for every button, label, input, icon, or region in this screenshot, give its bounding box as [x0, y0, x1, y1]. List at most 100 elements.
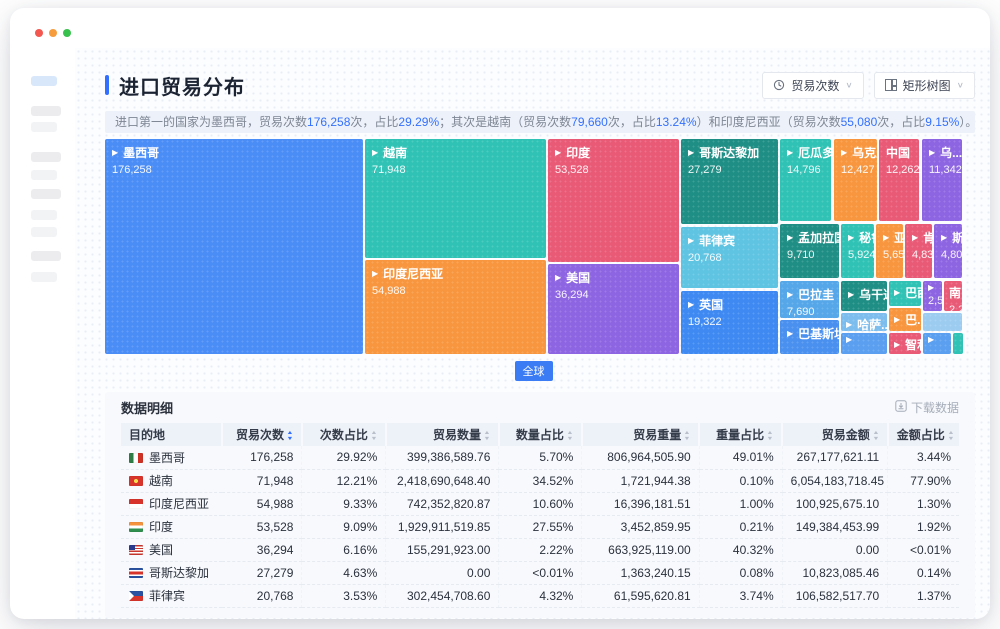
treemap-cell[interactable]: ▶英国19,322	[681, 291, 778, 354]
treemap-cell-name: ▶秘鲁	[848, 229, 867, 246]
expand-arrow-icon: ▶	[787, 330, 793, 338]
banner-highlight-value: 55,080	[841, 115, 878, 129]
table-row[interactable]: 美国36,2946.16%155,291,923.002.22%663,925,…	[121, 538, 959, 561]
treemap-cell[interactable]: ▶乌干达	[841, 281, 887, 311]
metric-label: 贸易次数	[791, 77, 839, 94]
column-header-贸易金额[interactable]: 贸易金额▲▼	[782, 423, 888, 446]
treemap-cell[interactable]: ▶2,5	[923, 281, 942, 311]
expand-arrow-icon: ▶	[848, 291, 854, 299]
treemap-cell[interactable]: ▶印度尼西亚54,988	[365, 260, 546, 354]
treemap-cell-value: 176,258	[112, 164, 356, 176]
treemap-cell[interactable]: ▶巴基斯坦	[780, 320, 839, 354]
value-cell: 27.55%	[499, 515, 582, 538]
treemap-cell-name: ▶巴基斯坦	[787, 325, 832, 342]
value-cell: <0.01%	[888, 538, 959, 561]
treemap-cell[interactable]: ▶智利	[889, 333, 921, 354]
treemap-cell[interactable]: ▶孟加拉国9,710	[780, 224, 839, 278]
value-cell: 29.92%	[302, 446, 386, 469]
treemap-cell-value: 20,768	[688, 252, 771, 264]
expand-arrow-icon: ▶	[787, 149, 793, 157]
sort-icon[interactable]: ▲▼	[567, 430, 573, 442]
column-header-次数占比[interactable]: 次数占比▲▼	[302, 423, 386, 446]
treemap-cell[interactable]: ▶巴西	[889, 281, 921, 306]
sort-icon[interactable]: ▲▼	[767, 430, 773, 442]
expand-arrow-icon: ▶	[894, 289, 900, 297]
sort-icon[interactable]: ▲▼	[684, 430, 690, 442]
table-row[interactable]: 越南71,94812.21%2,418,690,648.4034.52%1,72…	[121, 469, 959, 492]
value-cell: 176,258	[222, 446, 302, 469]
sort-icon[interactable]: ▲▼	[484, 430, 490, 442]
treemap-breadcrumb-global[interactable]: 全球	[515, 361, 553, 381]
sidebar-skeleton-item	[31, 122, 57, 132]
treemap-cell[interactable]: ▶巴...	[889, 308, 921, 331]
treemap-cell[interactable]: ▶越南71,948	[365, 139, 546, 258]
treemap-cell[interactable]: ▶美国36,294	[548, 264, 679, 354]
table-row[interactable]: 菲律宾20,7683.53%302,454,708.604.32%61,595,…	[121, 584, 959, 607]
sort-icon[interactable]: ▲▼	[948, 430, 954, 442]
column-header-金额占比[interactable]: 金额占比▲▼	[888, 423, 959, 446]
value-cell: 16,396,181.51	[582, 492, 699, 515]
column-header-贸易次数[interactable]: 贸易次数▲▼	[222, 423, 302, 446]
treemap-cell[interactable]: ▶哥斯达黎加27,279	[681, 139, 778, 224]
treemap-cell[interactable]: ▶墨西哥176,258	[105, 139, 363, 354]
metric-dropdown[interactable]: 贸易次数 ∨	[762, 72, 863, 99]
sort-icon[interactable]: ▲▼	[371, 430, 377, 442]
treemap-cell-value: 4,804	[941, 249, 955, 261]
table-row[interactable]: 哥斯达黎加27,2794.63%0.00<0.01%1,363,240.150.…	[121, 561, 959, 584]
treemap-cell[interactable]: ▶秘鲁5,924	[841, 224, 874, 278]
sidebar-skeleton-item	[31, 251, 61, 261]
expand-arrow-icon: ▶	[688, 237, 694, 245]
column-header-数量占比[interactable]: 数量占比▲▼	[499, 423, 582, 446]
treemap-icon	[885, 79, 897, 91]
value-cell: 9.09%	[302, 515, 386, 538]
download-data-button[interactable]: 下载数据	[895, 399, 959, 416]
expand-arrow-icon: ▶	[848, 234, 854, 242]
chart-type-dropdown[interactable]: 矩形树图 ∨	[874, 72, 975, 99]
treemap-cell[interactable]: 中国12,262	[879, 139, 919, 221]
treemap-cell[interactable]: ▶厄瓜多尔14,796	[780, 139, 831, 221]
table-header-row: 目的地贸易次数▲▼次数占比▲▼贸易数量▲▼数量占比▲▼贸易重量▲▼重量占比▲▼贸…	[121, 423, 959, 446]
value-cell: 49.01%	[699, 446, 782, 469]
value-cell: 106,582,517.70	[782, 584, 888, 607]
value-cell: 10,823,085.46	[782, 561, 888, 584]
column-header-贸易重量[interactable]: 贸易重量▲▼	[582, 423, 699, 446]
treemap-cell-name: ▶印度	[555, 144, 672, 161]
treemap-cell[interactable]: ▶斯 4,804	[934, 224, 962, 278]
sidebar	[10, 8, 75, 619]
table-row[interactable]: 墨西哥176,25829.92%399,386,589.765.70%806,9…	[121, 446, 959, 469]
column-header-贸易数量[interactable]: 贸易数量▲▼	[386, 423, 499, 446]
column-header-重量占比[interactable]: 重量占比▲▼	[699, 423, 782, 446]
treemap-cell[interactable]: ▶肯4,836	[905, 224, 932, 278]
treemap-cell-value: 5,650	[883, 249, 896, 261]
treemap-cell[interactable]: ▶亚5,650	[876, 224, 903, 278]
table-row[interactable]: 印度尼西亚54,9889.33%742,352,820.8710.60%16,3…	[121, 492, 959, 515]
sidebar-skeleton-item	[31, 272, 57, 282]
value-cell: 3.44%	[888, 446, 959, 469]
treemap-cell[interactable]: ▶	[841, 333, 887, 354]
treemap-cell-name: ▶哥斯达黎加	[688, 144, 771, 161]
treemap-cell[interactable]	[953, 333, 963, 354]
treemap-cell[interactable]: ▶巴拉圭7,690	[780, 281, 839, 318]
treemap-cell[interactable]: ▶乌...11,342	[922, 139, 962, 221]
sort-icon[interactable]: ▲▼	[287, 430, 293, 442]
treemap-cell[interactable]: ▶	[923, 333, 951, 354]
treemap-cell-name: ▶印度尼西亚	[372, 265, 539, 282]
sidebar-skeleton-item	[31, 189, 61, 199]
table-row[interactable]: 印度53,5289.09%1,929,911,519.8527.55%3,452…	[121, 515, 959, 538]
treemap-cell[interactable]: ▶印度53,528	[548, 139, 679, 262]
treemap-cell[interactable]: ▶乌克兰12,427	[834, 139, 877, 221]
treemap-cell[interactable]	[923, 313, 962, 331]
banner-highlight-value: 176,258	[307, 115, 350, 129]
treemap-cell-name: ▶	[846, 336, 882, 344]
treemap-cell-name: ▶斯	[941, 229, 955, 246]
treemap-cell[interactable]: ▶哈萨...	[841, 313, 887, 331]
treemap-cell[interactable]: ▶菲律宾 20,768	[681, 227, 778, 288]
treemap-cell-name: ▶菲律宾	[688, 232, 771, 249]
value-cell: 4.63%	[302, 561, 386, 584]
sort-icon[interactable]: ▲▼	[873, 430, 879, 442]
column-header-目的地[interactable]: 目的地	[121, 423, 222, 446]
sidebar-skeleton-item	[31, 152, 61, 162]
banner-highlight-value: 13.24%	[656, 115, 697, 129]
treemap-cell[interactable]: 南2,2	[944, 281, 962, 311]
banner-text: ；其次是越南（贸易次数	[439, 115, 571, 129]
